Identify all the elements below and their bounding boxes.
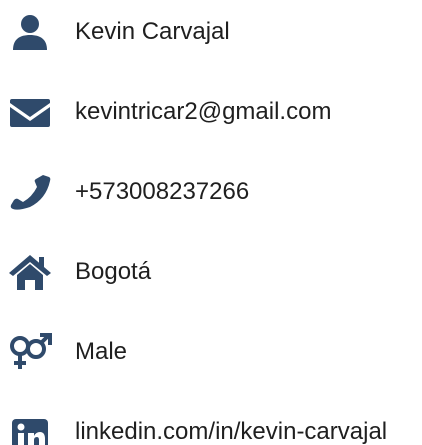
contact-row-gender: Male	[0, 324, 422, 380]
contact-linkedin-link[interactable]: linkedin.com/in/kevin-carvajal	[75, 418, 387, 445]
contact-email-text[interactable]: kevintricar2@gmail.com	[75, 98, 331, 126]
phone-icon	[8, 173, 52, 211]
envelope-icon	[8, 93, 52, 131]
home-icon	[8, 253, 52, 291]
contact-row-city: Bogotá	[0, 244, 422, 300]
contact-row-phone: +573008237266	[0, 164, 422, 220]
contact-row-name: Kevin Carvajal	[0, 4, 422, 60]
linkedin-icon	[8, 413, 52, 445]
contact-row-email: kevintricar2@gmail.com	[0, 84, 422, 140]
contact-name-text: Kevin Carvajal	[75, 18, 230, 45]
contact-row-linkedin: linkedin.com/in/kevin-carvajal	[0, 404, 422, 445]
gender-icon	[8, 333, 52, 371]
user-icon	[8, 13, 52, 51]
contact-phone-text[interactable]: +573008237266	[75, 178, 249, 206]
contact-info-panel: Kevin Carvajal kevintricar2@gmail.com +5…	[0, 0, 422, 445]
contact-gender-text: Male	[75, 338, 128, 365]
contact-city-text: Bogotá	[75, 258, 152, 285]
